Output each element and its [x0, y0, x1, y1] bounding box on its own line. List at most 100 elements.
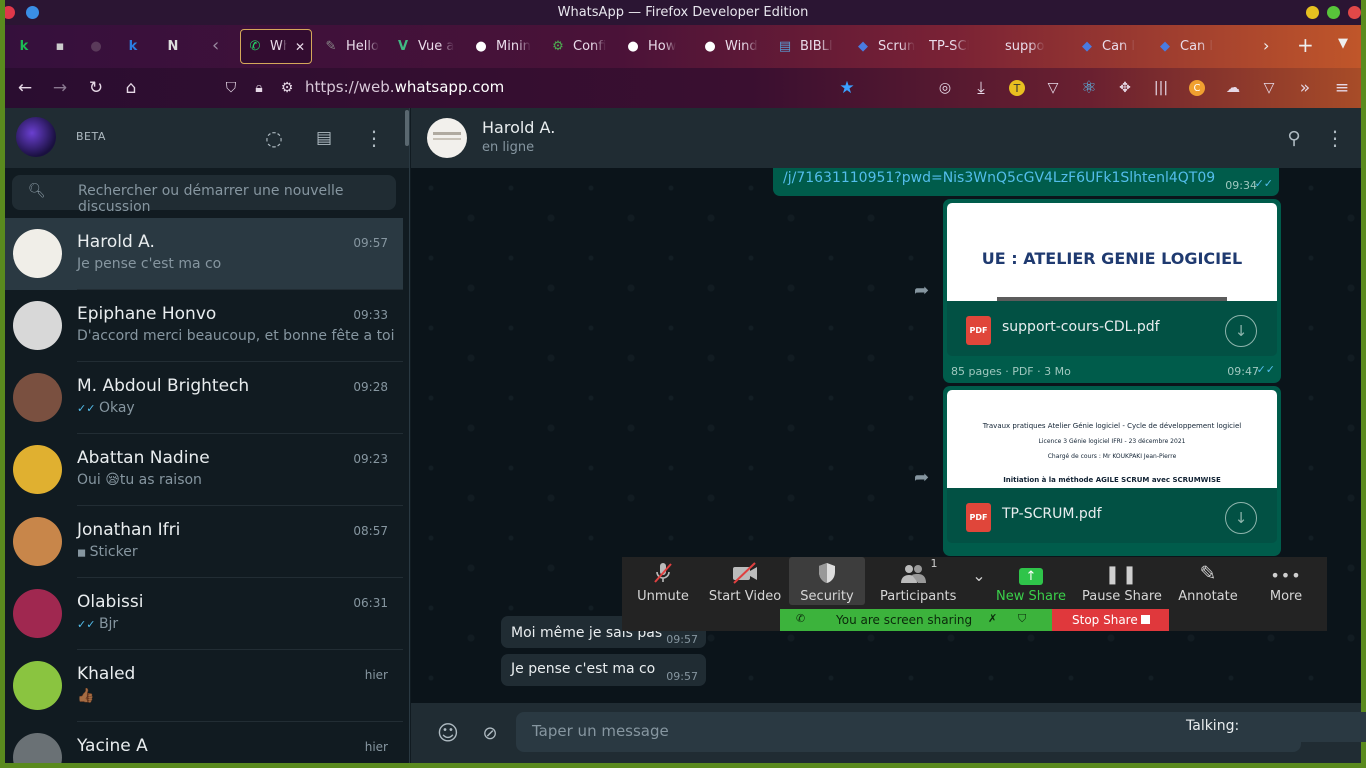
chat-item[interactable]: M. Abdoul Brightech 09:28 ✓✓ Okay	[5, 362, 403, 434]
tab-bibli[interactable]: ▤ BIBLI	[777, 29, 833, 64]
document-preview-2[interactable]: Travaux pratiques Atelier Génie logiciel…	[947, 390, 1277, 488]
tab-confi[interactable]: ⚙ Confi	[550, 29, 606, 64]
forward-icon[interactable]: ➦	[914, 467, 929, 488]
tab-can-i[interactable]: ◆ Can I	[1157, 29, 1213, 64]
share-options-chevron[interactable]: ⌄	[966, 557, 992, 605]
tab-scrun[interactable]: ◆ Scrun	[855, 29, 915, 64]
chat-item[interactable]: Harold A. 09:57 Je pense c'est ma co	[5, 218, 403, 290]
tab-support-[interactable]: support-	[1005, 29, 1045, 64]
extension-c-icon[interactable]: C	[1189, 80, 1205, 96]
tab-pinned-1[interactable]: ▪	[52, 29, 75, 64]
my-avatar[interactable]	[16, 117, 56, 157]
participants-icon: 1	[880, 557, 956, 585]
lock-icon[interactable]: 🔒︎	[247, 76, 271, 100]
tab-label: Confi	[573, 39, 607, 54]
emoji-icon[interactable]: ☺	[436, 721, 460, 745]
tab-wh[interactable]: ✆ Wh ✕	[240, 29, 312, 64]
pocket-icon[interactable]: ◎	[933, 76, 957, 100]
more-extensions-icon[interactable]: »	[1293, 76, 1317, 100]
zoom-link[interactable]: /j/71631110951?pwd=Nis3WnQ5cGV4LzF6UFk1S…	[783, 170, 1215, 186]
home-icon[interactable]: ⌂	[119, 76, 143, 100]
incoming-message[interactable]: Je pense c'est ma co 09:57	[501, 654, 706, 686]
chat-avatar	[13, 589, 62, 638]
stop-share-button[interactable]: Stop Share	[1052, 609, 1169, 631]
chat-item[interactable]: Jonathan Ifri 08:57 ◼ Sticker	[5, 506, 403, 578]
chat-time: 09:28	[353, 380, 388, 394]
tab-pinned-3[interactable]: k	[125, 29, 148, 64]
search-messages-icon[interactable]: ⚲	[1282, 126, 1306, 150]
chat-item[interactable]: Khaled hier 👍🏾	[5, 650, 403, 722]
attach-icon[interactable]: ⊘	[478, 721, 502, 745]
document-row-2[interactable]: PDF TP-SCRUM.pdf ↓	[947, 488, 1277, 543]
tab-minin[interactable]: ● Minin	[473, 29, 531, 64]
chat-item[interactable]: Abattan Nadine 09:23 Oui 😪tu as raison	[5, 434, 403, 506]
minimize-icon[interactable]	[1306, 6, 1319, 19]
document-message-1[interactable]: UE : ATELIER GENIE LOGICIEL PDF support-…	[943, 199, 1281, 383]
chat-list-scrollbar[interactable]	[405, 110, 409, 146]
back-icon[interactable]: ←	[13, 76, 37, 100]
chat-item[interactable]: Epiphane Honvo 09:33 D'accord merci beauco…	[5, 290, 403, 362]
download-icon[interactable]: ↓	[1225, 502, 1257, 534]
chat-item[interactable]: Olabissi 06:31 ✓✓ Bjr	[5, 578, 403, 650]
react-devtools-icon[interactable]: ⚛	[1077, 76, 1101, 100]
conversation-menu-icon[interactable]: ⋮	[1323, 126, 1347, 150]
contact-avatar[interactable]	[427, 118, 467, 158]
tab-pinned-4[interactable]: N	[165, 29, 188, 64]
extension-cloud-icon[interactable]: ☁	[1221, 76, 1245, 100]
participants-button[interactable]: 1 Participants	[880, 557, 956, 605]
shield-icon[interactable]: ⛉	[219, 76, 243, 100]
tab-pinned-2[interactable]: ●	[88, 29, 111, 64]
close-tab-icon[interactable]: ✕	[295, 40, 305, 54]
unmute-button[interactable]: Unmute	[632, 557, 694, 605]
document-message-2[interactable]: Travaux pratiques Atelier Génie logiciel…	[943, 386, 1281, 556]
link-message[interactable]: /j/71631110951?pwd=Nis3WnQ5cGV4LzF6UFk1S…	[773, 168, 1279, 196]
conversation-header[interactable]: Harold A. en ligne ⚲ ⋮	[411, 108, 1361, 168]
url-bar[interactable]: https://web.whatsapp.com	[305, 78, 504, 96]
forward-icon[interactable]: →	[48, 76, 72, 100]
reload-icon[interactable]: ↻	[84, 76, 108, 100]
tab-can-i[interactable]: ◆ Can I	[1079, 29, 1135, 64]
pdf-label: PDF	[969, 326, 988, 335]
vue-devtools-icon[interactable]: ▽	[1257, 76, 1281, 100]
menu-dot-icon[interactable]	[26, 6, 39, 19]
tabs-scroll-left-icon[interactable]: ‹	[212, 35, 219, 56]
extension-bars-icon[interactable]: |||	[1149, 76, 1173, 100]
new-chat-icon[interactable]: ▤	[312, 126, 336, 150]
tab-list-icon[interactable]: ▼	[1338, 36, 1348, 51]
chat-item[interactable]: Yacine A hier	[5, 722, 403, 763]
tab-pinned-0[interactable]: k	[16, 29, 39, 64]
close-dot-icon[interactable]	[5, 6, 15, 19]
pause-share-button[interactable]: ❚❚ Pause Share	[1081, 557, 1163, 605]
search-input[interactable]: 🔍︎ Rechercher ou démarrer une nouvelle d…	[12, 175, 396, 215]
forward-icon[interactable]: ➦	[914, 280, 929, 301]
tab-vue-a[interactable]: V Vue a	[395, 29, 454, 64]
extension-t-icon[interactable]: T	[1009, 80, 1025, 96]
menu-kebab-icon[interactable]: ⋮	[362, 126, 386, 150]
tab-how[interactable]: ● How	[625, 29, 676, 64]
maximize-icon[interactable]	[1327, 6, 1340, 19]
new-tab-icon[interactable]: +	[1297, 33, 1314, 57]
more-button[interactable]: ••• More	[1256, 557, 1316, 605]
chat-preview: Je pense c'est ma co	[77, 256, 221, 272]
tab-wind[interactable]: ● Wind	[702, 29, 757, 64]
hamburger-menu-icon[interactable]: ≡	[1330, 76, 1354, 100]
status-icon[interactable]: ◌	[262, 126, 286, 150]
document-row-1[interactable]: PDF support-cours-CDL.pdf ↓	[947, 301, 1277, 356]
downloads-icon[interactable]: ⤓	[969, 76, 993, 100]
tabs-scroll-right-icon[interactable]: ›	[1263, 36, 1269, 55]
start-video-button[interactable]: Start Video	[708, 557, 782, 605]
close-window-icon[interactable]	[1348, 6, 1361, 19]
screen-sharing-indicator[interactable]: ✆ You are screen sharing ✗ ⛉	[780, 609, 1052, 631]
security-button[interactable]: Security	[789, 557, 865, 605]
document-preview-1[interactable]: UE : ATELIER GENIE LOGICIEL	[947, 203, 1277, 301]
tab-tp-scru[interactable]: TP-SCRU	[929, 29, 969, 64]
download-icon[interactable]: ↓	[1225, 315, 1257, 347]
extension-v-icon[interactable]: ▽	[1041, 76, 1065, 100]
chat-preview: ✓✓ Okay	[77, 400, 135, 416]
annotate-button[interactable]: ✎ Annotate	[1175, 557, 1241, 605]
extension-dots-icon[interactable]: ✥	[1113, 76, 1137, 100]
tab-hello[interactable]: ✎ Hello	[323, 29, 379, 64]
permissions-icon[interactable]: ⚙	[275, 76, 299, 100]
new-share-button[interactable]: ↑ New Share	[996, 557, 1066, 605]
bookmark-star-icon[interactable]: ★	[835, 76, 859, 100]
